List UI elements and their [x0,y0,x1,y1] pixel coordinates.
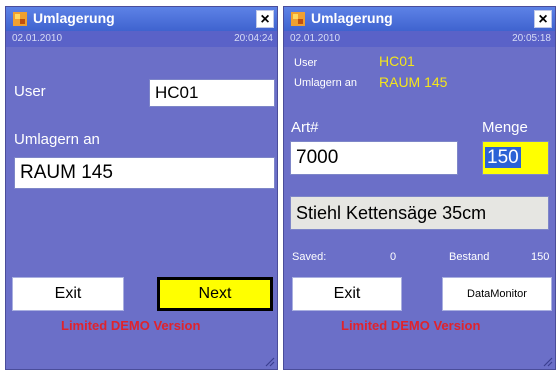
saved-value: 0 [390,251,397,263]
exit-button[interactable]: Exit [292,277,402,311]
description-field: Stiehl Kettensäge 35cm [290,196,549,230]
window-title: Umlagerung [33,10,115,26]
exit-button[interactable]: Exit [12,277,124,311]
datamonitor-button[interactable]: DataMonitor [442,277,552,311]
title-bar: Umlagerung × [6,7,277,31]
menge-value: 150 [485,147,521,168]
menge-field[interactable]: 150 [482,141,549,175]
umlagern-label: Umlagern an [14,131,100,148]
user-label: User [14,83,46,100]
next-button[interactable]: Next [157,277,273,311]
app-icon [291,12,305,26]
window-title: Umlagerung [311,10,393,26]
umlagern-field[interactable]: RAUM 145 [14,157,275,189]
status-bar: 02.01.2010 20:04:24 [6,31,277,47]
close-icon[interactable]: × [256,10,274,28]
resize-grip-icon[interactable] [541,355,553,367]
bestand-value: 150 [531,251,550,263]
demo-version-label: Limited DEMO Version [61,318,201,333]
status-bar: 02.01.2010 20:05:18 [284,31,555,47]
user-field[interactable]: HC01 [149,79,275,107]
demo-version-label: Limited DEMO Version [341,318,481,333]
close-icon[interactable]: × [534,10,552,28]
umlagern-label: Umlagern an [294,77,357,89]
user-label: User [294,57,318,69]
saved-label: Saved: [292,251,327,263]
resize-grip-icon[interactable] [263,355,275,367]
title-bar: Umlagerung × [284,7,555,31]
screen-right: Umlagerung × 02.01.2010 20:05:18 User HC… [283,6,556,370]
bestand-label: Bestand [449,251,490,263]
art-field[interactable]: 7000 [290,141,458,175]
date-label: 02.01.2010 [290,33,341,44]
time-label: 20:04:24 [234,33,273,44]
user-value: HC01 [379,53,415,69]
screen-left: Umlagerung × 02.01.2010 20:04:24 User HC… [5,6,278,370]
art-label: Art# [291,119,319,136]
menge-label: Menge [482,119,528,136]
time-label: 20:05:18 [512,33,551,44]
app-icon [13,12,27,26]
date-label: 02.01.2010 [12,33,63,44]
umlagern-value: RAUM 145 [379,74,448,90]
